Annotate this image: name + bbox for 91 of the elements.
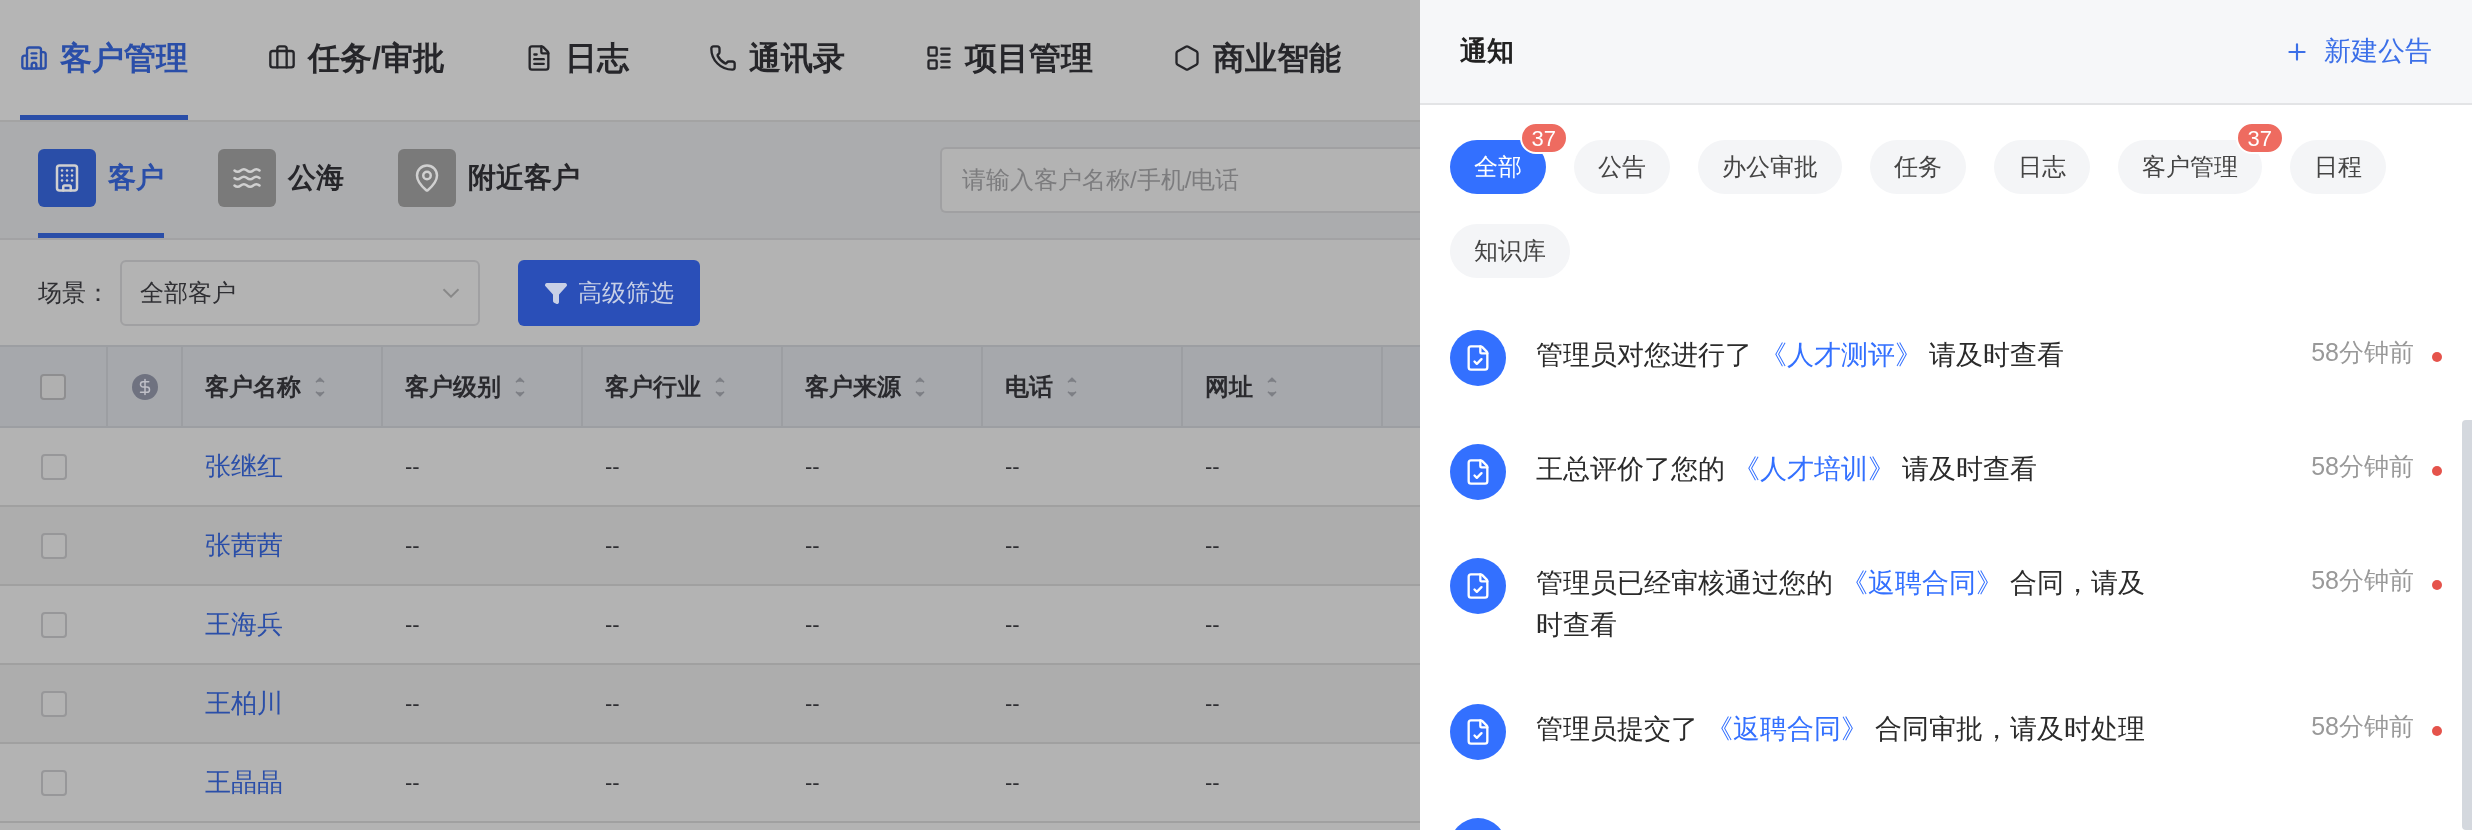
filter-chip[interactable]: 公告 (1574, 140, 1670, 194)
notification-text: 管理员已经审核通过您的 《返聘合同》 合同，请及时查看 (1536, 567, 2147, 642)
document-icon (1450, 444, 1506, 500)
document-icon (1450, 704, 1506, 760)
building-icon (38, 148, 96, 207)
table-cell-text: -- (805, 769, 820, 797)
table-cell-text: -- (1005, 690, 1020, 718)
customer-name-link[interactable]: 张茜茜 (205, 526, 283, 565)
count-badge: 37 (2235, 122, 2284, 154)
filter-chip[interactable]: 知识库 (1450, 224, 1570, 278)
table-cell-text: -- (605, 532, 620, 560)
checkbox[interactable] (41, 690, 67, 717)
column-header: 客户行业 (605, 371, 701, 402)
customer-name-link[interactable]: 张继红 (205, 447, 283, 486)
customer-name-link[interactable]: 王海兵 (205, 605, 283, 644)
table-cell-text: -- (405, 690, 420, 718)
checkbox[interactable] (41, 611, 67, 638)
notification-time: 58分钟前 (2311, 337, 2414, 368)
table-cell-text: -- (805, 690, 820, 718)
nav-tab[interactable]: 日志 (524, 0, 629, 120)
checkbox[interactable] (40, 373, 66, 400)
customer-name-link[interactable]: 王晶晶 (205, 763, 283, 802)
column-header: 网址 (1205, 371, 1253, 402)
sub-tab[interactable]: 公海 (218, 122, 344, 238)
table-cell-text: -- (1205, 611, 1220, 639)
table-cell-text: -- (1205, 690, 1220, 718)
briefcase-icon (268, 43, 296, 72)
table-cell-text: -- (405, 453, 420, 481)
table-cell-text: -- (605, 690, 620, 718)
nav-tab[interactable]: 项目管理 (924, 0, 1093, 120)
nav-tab[interactable]: 商业智能 (1172, 0, 1341, 120)
filter-chip[interactable]: 日志 (1994, 140, 2090, 194)
scrollbar[interactable] (2462, 420, 2472, 830)
table-cell-text: -- (805, 611, 820, 639)
map-pin-icon (398, 148, 456, 207)
notification-text: 管理员提交了 《返聘合同》 合同审批，请及时处理 (1536, 713, 2147, 746)
customer-name-link[interactable]: 王柏川 (205, 684, 283, 723)
list-icon (924, 43, 953, 72)
drawer-title: 通知 (1460, 35, 1514, 69)
table-cell-text: -- (1005, 611, 1020, 639)
checkbox[interactable] (41, 453, 67, 480)
table-cell-text: -- (1205, 532, 1220, 560)
document-icon (1450, 330, 1506, 386)
table-cell-text: -- (1005, 532, 1020, 560)
document-link[interactable]: 《人才测评》 (1759, 340, 1922, 370)
table-cell-text: -- (605, 769, 620, 797)
sub-tab[interactable]: 附近客户 (398, 122, 580, 238)
nav-tab[interactable]: 任务/审批 (268, 0, 445, 120)
checkbox[interactable] (41, 532, 67, 559)
document-link[interactable]: 《返聘合同》 (1705, 714, 1868, 744)
document-icon (1450, 558, 1506, 614)
document-link[interactable]: 《返聘合同》 (1840, 568, 2003, 598)
notification-time: 58分钟前 (2311, 711, 2414, 742)
filter-chip[interactable]: 日程 (2290, 140, 2386, 194)
dollar-icon (131, 373, 158, 400)
hexagon-icon (1172, 43, 1201, 72)
table-cell-text: -- (1005, 769, 1020, 797)
chevron-down-icon (442, 287, 460, 298)
table-cell-text: -- (805, 532, 820, 560)
sub-tab[interactable]: 客户 (38, 122, 164, 238)
filter-icon (544, 280, 568, 305)
scene-select[interactable]: 全部客户 (120, 259, 480, 326)
table-cell-text: -- (805, 453, 820, 481)
table-cell-text: -- (1005, 453, 1020, 481)
table-cell-text: -- (1205, 769, 1220, 797)
notification-time: 58分钟前 (2311, 451, 2414, 482)
filter-chip[interactable]: 办公审批 (1698, 140, 1842, 194)
table-cell-text: -- (405, 532, 420, 560)
phone-icon (708, 43, 737, 72)
filter-chip[interactable]: 任务 (1870, 140, 1966, 194)
column-header: 客户来源 (805, 371, 901, 402)
table-cell-text: -- (605, 453, 620, 481)
scene-label: 场景： (38, 277, 110, 308)
nav-tab[interactable]: 通讯录 (708, 0, 845, 120)
notification-text: 王总评价了您的 《人才培训》 请及时查看 (1536, 453, 2039, 486)
new-announcement-button[interactable]: 新建公告 (2284, 31, 2432, 72)
checkbox[interactable] (41, 769, 67, 796)
notification-text: 管理员对您进行了 《人才测评》 请及时查看 (1536, 339, 2066, 372)
notification-time: 58分钟前 (2311, 565, 2414, 596)
column-header: 电话 (1005, 371, 1053, 402)
table-cell-text: -- (1205, 453, 1220, 481)
column-header: 客户名称 (205, 371, 301, 402)
waves-icon (218, 148, 276, 207)
advanced-filter-button[interactable]: 高级筛选 (518, 259, 700, 326)
count-badge: 37 (1519, 122, 1568, 154)
table-cell-text: -- (405, 769, 420, 797)
table-cell-text: -- (405, 611, 420, 639)
building-icon (20, 43, 48, 72)
column-header: 客户级别 (405, 371, 501, 402)
document-link[interactable]: 《人才培训》 (1732, 454, 1895, 484)
table-cell-text: -- (605, 611, 620, 639)
